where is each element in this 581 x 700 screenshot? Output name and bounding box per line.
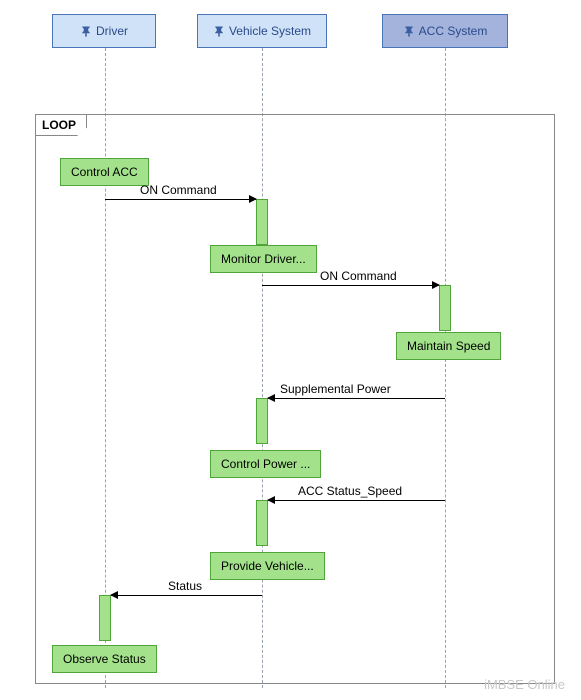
lifeline-head-acc[interactable]: ACC System xyxy=(382,14,508,48)
execution-bar xyxy=(439,285,451,331)
arrowhead-icon xyxy=(110,591,118,599)
arrowhead-icon xyxy=(267,496,275,504)
execution-bar xyxy=(256,500,268,546)
pin-icon xyxy=(80,25,92,37)
lifeline-head-vehicle[interactable]: Vehicle System xyxy=(197,14,327,48)
activity-control-acc[interactable]: Control ACC xyxy=(60,158,149,186)
lifeline-label: ACC System xyxy=(419,24,488,38)
lifeline-label: Vehicle System xyxy=(229,24,311,38)
activity-provide-vehicle[interactable]: Provide Vehicle... xyxy=(210,552,325,580)
arrowhead-icon xyxy=(249,195,257,203)
sequence-diagram: Driver Vehicle System ACC System LOOP Cont… xyxy=(0,0,581,700)
arrowhead-icon xyxy=(267,394,275,402)
message-label: Status xyxy=(168,579,202,593)
activity-control-power[interactable]: Control Power ... xyxy=(210,450,321,478)
activity-observe-status[interactable]: Observe Status xyxy=(52,645,157,673)
execution-bar xyxy=(99,595,111,641)
message-arrow[interactable]: ON Command xyxy=(262,285,439,286)
message-arrow[interactable]: ACC Status_Speed xyxy=(268,500,445,501)
arrowhead-icon xyxy=(432,281,440,289)
lifeline-head-driver[interactable]: Driver xyxy=(52,14,156,48)
watermark: iMBSE Online xyxy=(484,677,565,692)
frame-tag: LOOP xyxy=(36,115,87,136)
message-label: ACC Status_Speed xyxy=(298,484,402,498)
lifeline-label: Driver xyxy=(96,24,128,38)
execution-bar xyxy=(256,199,268,245)
pin-icon xyxy=(213,25,225,37)
message-arrow[interactable]: ON Command xyxy=(105,199,256,200)
message-label: Supplemental Power xyxy=(280,382,391,396)
activity-maintain-speed[interactable]: Maintain Speed xyxy=(396,332,501,360)
message-label: ON Command xyxy=(320,269,397,283)
pin-icon xyxy=(403,25,415,37)
activity-monitor-driver[interactable]: Monitor Driver... xyxy=(210,245,317,273)
message-label: ON Command xyxy=(140,183,217,197)
execution-bar xyxy=(256,398,268,444)
message-arrow[interactable]: Status xyxy=(111,595,262,596)
message-arrow[interactable]: Supplemental Power xyxy=(268,398,445,399)
